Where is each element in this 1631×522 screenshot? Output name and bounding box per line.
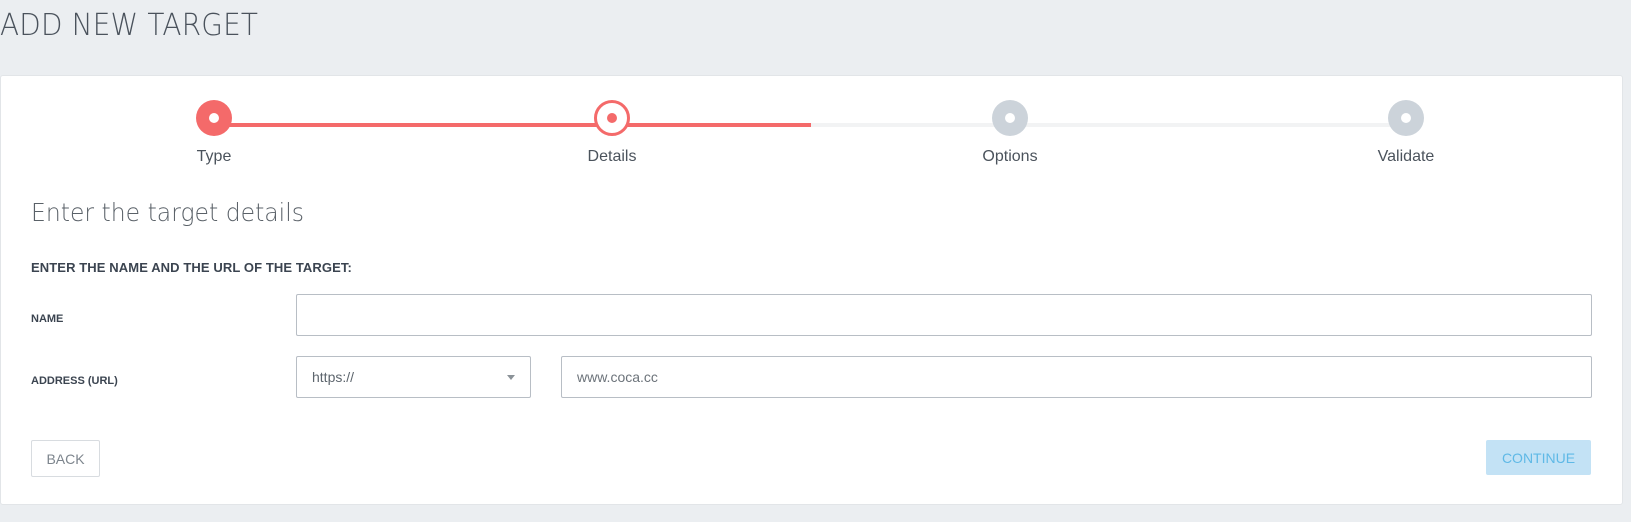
- step-details-dot-icon: [594, 100, 630, 136]
- step-options-dot-icon: [992, 100, 1028, 136]
- step-options: Options: [930, 100, 1090, 166]
- protocol-select[interactable]: https://: [296, 356, 531, 398]
- wizard-stepper: Type Details Options Validate: [1, 76, 1622, 176]
- stepper-track-progress: [214, 123, 811, 127]
- back-button[interactable]: BACK: [31, 440, 100, 477]
- form-instruction: ENTER THE NAME AND THE URL OF THE TARGET…: [31, 260, 352, 275]
- protocol-select-value: https://: [312, 369, 355, 385]
- url-input[interactable]: [561, 356, 1592, 398]
- name-input[interactable]: [296, 294, 1592, 336]
- step-validate-label: Validate: [1377, 148, 1435, 165]
- step-options-label: Options: [982, 148, 1038, 165]
- section-title: Enter the target details: [31, 198, 304, 227]
- step-details[interactable]: Details: [532, 100, 692, 166]
- step-validate: Validate: [1326, 100, 1486, 166]
- wizard-card: Type Details Options Validate Enter the …: [0, 75, 1623, 505]
- chevron-down-icon: [507, 374, 515, 380]
- step-type-dot-icon: [196, 100, 232, 136]
- step-type[interactable]: Type: [134, 100, 294, 166]
- address-label: ADDRESS (URL): [31, 375, 118, 387]
- continue-button[interactable]: CONTINUE: [1486, 440, 1591, 475]
- step-details-label: Details: [587, 148, 637, 165]
- page-title: ADD NEW TARGET: [0, 8, 259, 43]
- step-validate-dot-icon: [1388, 100, 1424, 136]
- step-type-label: Type: [196, 148, 232, 165]
- name-label: NAME: [31, 313, 64, 325]
